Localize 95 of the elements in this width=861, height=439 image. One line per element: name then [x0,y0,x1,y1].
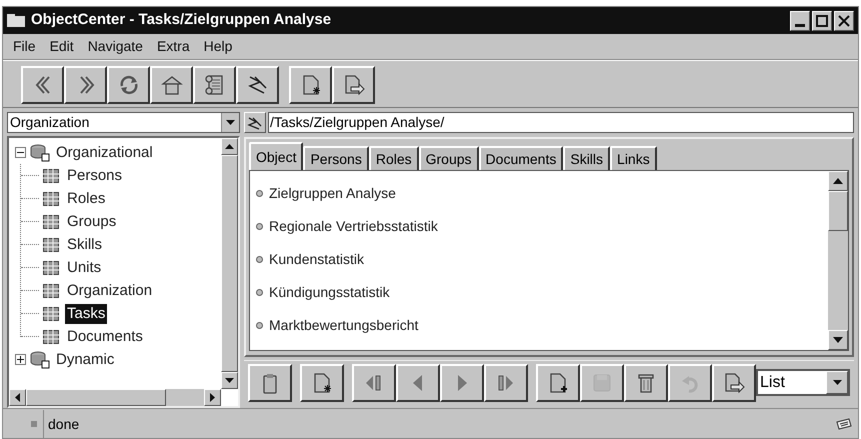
toolbar-button[interactable] [332,66,375,104]
tab[interactable]: Links [610,146,657,170]
menu-item[interactable]: Edit [44,36,80,57]
expand-toggle[interactable] [15,354,26,365]
status-text: done [43,410,830,438]
toolbar-button[interactable] [396,364,440,402]
path-field[interactable]: /Tasks/Zielgruppen Analyse/ [268,112,854,133]
dropdown-arrow-icon [226,120,235,125]
tree-item[interactable]: Groups [65,212,118,232]
location-dropdown[interactable]: Organization [7,112,240,133]
tree-item[interactable]: Skills [65,234,104,254]
scrollbar-thumb[interactable] [26,389,166,406]
toolbar-button[interactable] [300,364,344,402]
table-icon [43,238,59,252]
bullet-icon [256,256,263,263]
table-icon [43,214,59,228]
window-icon [7,14,25,27]
toolbar-button[interactable] [150,66,193,104]
scrollbar-thumb[interactable] [828,191,848,231]
path-icon [247,116,263,130]
table-icon [43,168,59,182]
scroll-right-icon [210,393,215,402]
database-icon [30,144,50,162]
window-title: ObjectCenter - Tasks/Zielgruppen Analyse [31,10,332,30]
bullet-icon [256,322,263,329]
toolbar-button[interactable] [193,66,236,104]
export-document-icon [342,74,364,96]
scroll-up-icon [225,144,234,149]
close-icon [838,14,850,26]
vertical-scrollbar[interactable] [828,171,848,350]
tree-item[interactable]: Documents [65,326,145,346]
view-dropdown[interactable]: List [756,369,850,396]
list-item[interactable]: Kundenstatistik [269,249,364,270]
tree-item[interactable]: Dynamic [54,350,116,370]
table-icon [43,260,59,274]
path-button[interactable] [244,112,266,133]
minimize-button[interactable] [790,10,810,30]
table-icon [43,284,59,298]
bullet-icon [256,223,263,230]
tree-item[interactable]: Tasks [65,304,108,324]
export-document-icon [723,372,745,394]
tree-item[interactable]: Units [65,258,104,278]
refresh-icon [118,74,140,96]
table-icon [43,330,59,344]
tab[interactable]: Persons [303,146,369,170]
collapse-toggle[interactable] [15,147,26,158]
toolbar-button[interactable] [536,364,580,402]
toolbar-button[interactable] [440,364,484,402]
list-item[interactable]: Marktbewertungsbericht [269,315,418,336]
toolbar-button[interactable] [712,364,756,402]
bullet-icon [256,190,263,197]
tree-item[interactable]: Roles [65,188,108,208]
tab[interactable]: Roles [368,146,419,170]
tree-item[interactable]: Organizational [54,142,155,162]
minimize-icon [795,24,805,26]
table-icon [43,306,59,320]
toolbar-button[interactable] [289,66,332,104]
maximize-icon [816,14,828,26]
tree-item[interactable]: Persons [65,166,124,186]
card-icon [836,418,852,430]
scroll-up-icon [833,178,843,184]
tab[interactable]: Object [249,142,304,170]
toolbar-button[interactable] [352,364,396,402]
menu-item[interactable]: File [7,36,42,57]
list-item[interactable]: Regionale Vertriebsstatistik [269,216,438,237]
menu-item[interactable]: Help [198,36,238,57]
tree-item[interactable]: Organization [65,280,154,300]
list-item[interactable]: Kündigungsstatistik [269,282,390,303]
toolbar-button[interactable] [64,66,107,104]
maximize-button[interactable] [812,10,832,30]
database-icon [30,350,50,368]
tab[interactable]: Skills [563,146,610,170]
menu-item[interactable]: Navigate [82,36,149,57]
scroll-icon [204,74,226,96]
toolbar-button[interactable] [107,66,150,104]
toolbar-button[interactable] [236,66,279,104]
toolbar-button[interactable] [21,66,64,104]
menu-item[interactable]: Extra [150,36,196,57]
table-icon [43,192,59,206]
horizontal-scrollbar[interactable] [9,389,221,406]
bullet-icon [256,289,263,296]
list-item[interactable]: Zielgruppen Analyse [269,183,396,204]
home-icon [160,74,182,96]
toolbar-button[interactable] [624,364,668,402]
scroll-left-icon [15,393,20,402]
dropdown-arrow-icon [832,380,842,385]
tab[interactable]: Documents [478,146,564,170]
scroll-down-icon [225,378,234,383]
status-indicator-icon [31,420,37,426]
toolbar-button[interactable] [248,364,292,402]
close-button[interactable] [834,10,854,30]
path-icon [246,74,268,96]
toolbar-button[interactable] [484,364,528,402]
tab[interactable]: Groups [418,146,479,170]
scroll-down-icon [833,337,843,343]
